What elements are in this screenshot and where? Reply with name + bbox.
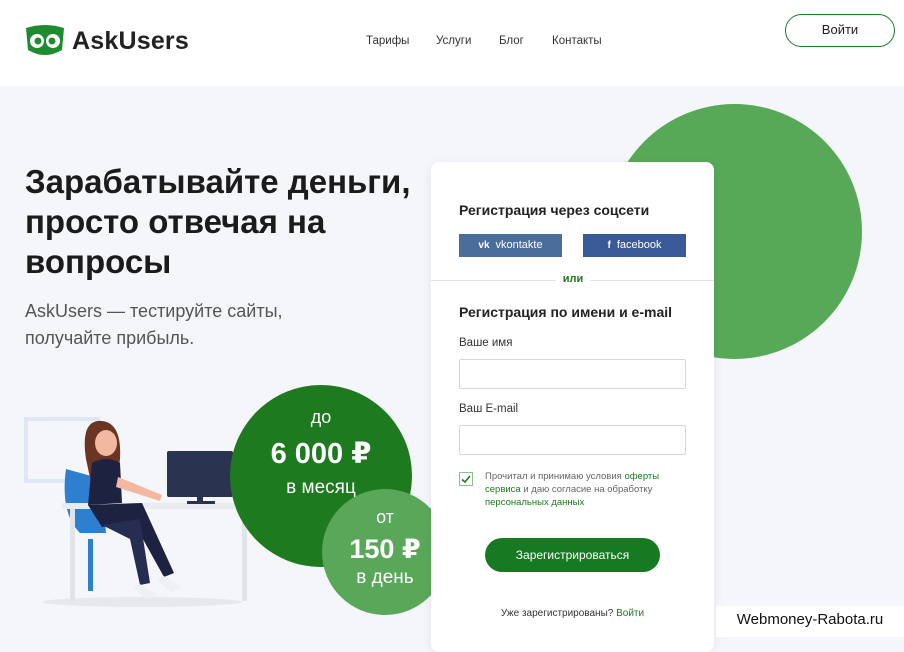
social-registration-title: Регистрация через соцсети	[459, 202, 650, 218]
vk-icon: vk	[478, 240, 490, 251]
hero-title-line: вопросы	[25, 243, 172, 280]
checkmark-icon	[461, 475, 471, 484]
hero-subtitle: AskUsers — тестируйте сайты, получайте п…	[25, 298, 345, 352]
nav-link-contacts[interactable]: Контакты	[552, 35, 602, 47]
email-input[interactable]	[459, 425, 686, 455]
or-separator: или	[556, 273, 590, 285]
email-registration-title: Регистрация по имени и e-mail	[459, 304, 673, 320]
nav-link-pricing[interactable]: Тарифы	[366, 35, 409, 47]
facebook-label: facebook	[616, 239, 662, 251]
already-registered-text: Уже зарегистрированы?	[500, 608, 617, 619]
monthly-badge-prefix: до	[310, 407, 332, 427]
site-header: AskUsers Тарифы Услуги Блог Контакты Вой…	[0, 0, 904, 86]
monthly-badge-value: 6 000 ₽	[270, 438, 372, 470]
facebook-icon: f	[607, 240, 611, 251]
consent-text: Прочитал и принимаю условия оферты серви…	[485, 470, 695, 509]
nav-link-services[interactable]: Услуги	[436, 35, 471, 47]
facebook-button[interactable]: f facebook	[583, 234, 686, 257]
vkontakte-label: vkontakte	[495, 239, 543, 251]
register-button[interactable]: Зарегистрироваться	[485, 538, 660, 572]
consent-text-part: Прочитал и принимаю условия	[485, 471, 625, 482]
hero-title-line: Зарабатывайте деньги,	[25, 163, 411, 200]
nav-link-blog[interactable]: Блог	[499, 35, 524, 47]
email-label: Ваш E-mail	[459, 403, 519, 415]
login-link[interactable]: Войти	[616, 608, 644, 619]
daily-badge-suffix: в день	[356, 567, 414, 588]
watermark: Webmoney-Rabota.ru	[716, 606, 904, 637]
registration-card: Регистрация через соцсети vk vkontakte ff…	[431, 162, 714, 652]
already-registered: Уже зарегистрированы? Войти	[431, 608, 714, 619]
consent-text-part: и даю согласие на обработку	[520, 484, 653, 495]
vkontakte-button[interactable]: vk vkontakte	[459, 234, 562, 257]
hero-title-line: просто отвечая на	[25, 203, 326, 240]
earnings-daily-badge: от 150 ₽ в день	[322, 489, 448, 615]
hero-subtitle-line: AskUsers — тестируйте сайты,	[25, 301, 283, 321]
consent-checkbox[interactable]	[459, 472, 473, 486]
personal-data-link[interactable]: персональных данных	[485, 497, 584, 508]
name-input[interactable]	[459, 359, 686, 389]
name-label: Ваше имя	[459, 337, 513, 349]
main-nav: Тарифы Услуги Блог Контакты	[0, 35, 904, 55]
login-button[interactable]: Войти	[785, 14, 895, 47]
hero-subtitle-line: получайте прибыль.	[25, 328, 195, 348]
daily-badge-prefix: от	[376, 507, 394, 527]
hero-title: Зарабатывайте деньги, просто отвечая на …	[25, 162, 445, 282]
daily-badge-value: 150 ₽	[349, 534, 421, 564]
